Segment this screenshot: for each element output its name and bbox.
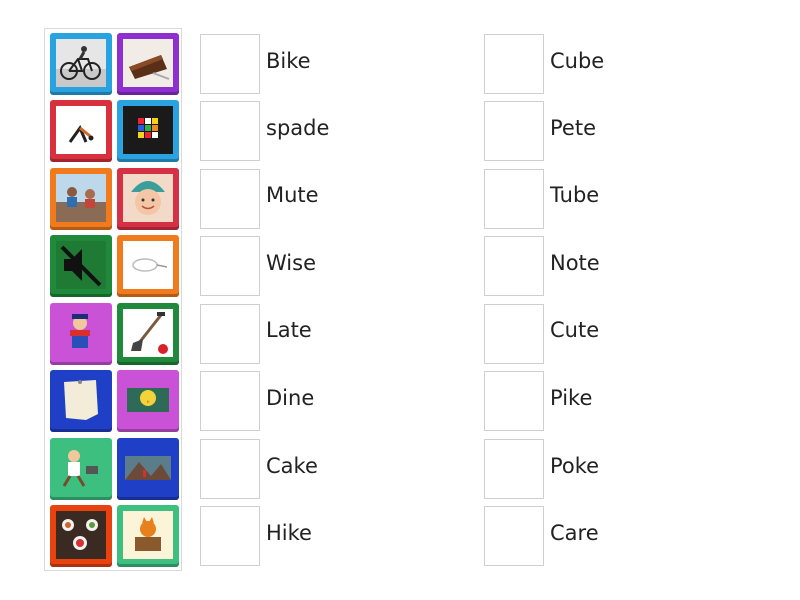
- drop-box-tube[interactable]: [484, 169, 544, 229]
- dinner-table-image: [56, 511, 106, 559]
- word-care: Care: [550, 521, 599, 545]
- paper-note-image: [56, 376, 106, 424]
- cartoon-plumber-image: [56, 309, 106, 357]
- drop-box-pike[interactable]: [484, 371, 544, 431]
- word-wise: Wise: [266, 251, 316, 275]
- tile-note[interactable]: [50, 370, 112, 432]
- tile-yoga[interactable]: [50, 100, 112, 162]
- tile-baby[interactable]: [117, 168, 179, 230]
- word-cube: Cube: [550, 49, 605, 73]
- tile-family[interactable]: [50, 168, 112, 230]
- word-hike: Hike: [266, 521, 312, 545]
- tile-chick[interactable]: [117, 370, 179, 432]
- cartoon-fox-stump-image: [123, 511, 173, 559]
- drop-box-hike[interactable]: [200, 506, 260, 566]
- drop-box-wise[interactable]: [200, 236, 260, 296]
- drop-box-bike[interactable]: [200, 34, 260, 94]
- tile-hikers[interactable]: [117, 438, 179, 500]
- earphone-cable-image: [123, 241, 173, 289]
- tile-spade[interactable]: [117, 303, 179, 365]
- tile-earphone[interactable]: [117, 235, 179, 297]
- drop-box-spade[interactable]: [200, 101, 260, 161]
- drop-box-cake[interactable]: [200, 439, 260, 499]
- chocolate-cake-image: [123, 39, 173, 87]
- yellow-chick-chalkboard-image: [123, 376, 173, 424]
- word-pete: Pete: [550, 116, 596, 140]
- garden-spade-image: [123, 309, 173, 357]
- word-note: Note: [550, 251, 600, 275]
- word-pike: Pike: [550, 386, 593, 410]
- word-late: Late: [266, 318, 312, 342]
- tile-dinner[interactable]: [50, 505, 112, 567]
- word-spade: spade: [266, 116, 330, 140]
- bicycle-rider-image: [56, 39, 106, 87]
- family-on-sofa-image: [56, 174, 106, 222]
- tile-rubiks[interactable]: [117, 100, 179, 162]
- tile-fox[interactable]: [117, 505, 179, 567]
- tile-plumber[interactable]: [50, 303, 112, 365]
- word-poke: Poke: [550, 454, 600, 478]
- drop-box-pete[interactable]: [484, 101, 544, 161]
- word-bike: Bike: [266, 49, 311, 73]
- word-dine: Dine: [266, 386, 315, 410]
- baby-in-hat-image: [123, 174, 173, 222]
- yoga-pose-image: [56, 106, 106, 154]
- image-tile-panel: [44, 28, 182, 571]
- tile-runner[interactable]: [50, 438, 112, 500]
- drop-box-poke[interactable]: [484, 439, 544, 499]
- tile-cake[interactable]: [117, 33, 179, 95]
- drop-box-mute[interactable]: [200, 169, 260, 229]
- drop-box-care[interactable]: [484, 506, 544, 566]
- drop-box-dine[interactable]: [200, 371, 260, 431]
- rubiks-cube-image: [123, 106, 173, 154]
- drop-box-late[interactable]: [200, 304, 260, 364]
- tile-mute[interactable]: [50, 235, 112, 297]
- drop-box-cube[interactable]: [484, 34, 544, 94]
- running-man-cartoon-image: [56, 444, 106, 492]
- drop-box-note[interactable]: [484, 236, 544, 296]
- word-mute: Mute: [266, 183, 319, 207]
- word-tube: Tube: [550, 183, 600, 207]
- drop-box-cute[interactable]: [484, 304, 544, 364]
- word-cake: Cake: [266, 454, 318, 478]
- tile-bicycle[interactable]: [50, 33, 112, 95]
- mountain-hikers-image: [123, 444, 173, 492]
- word-cute: Cute: [550, 318, 600, 342]
- mute-speaker-image: [56, 241, 106, 289]
